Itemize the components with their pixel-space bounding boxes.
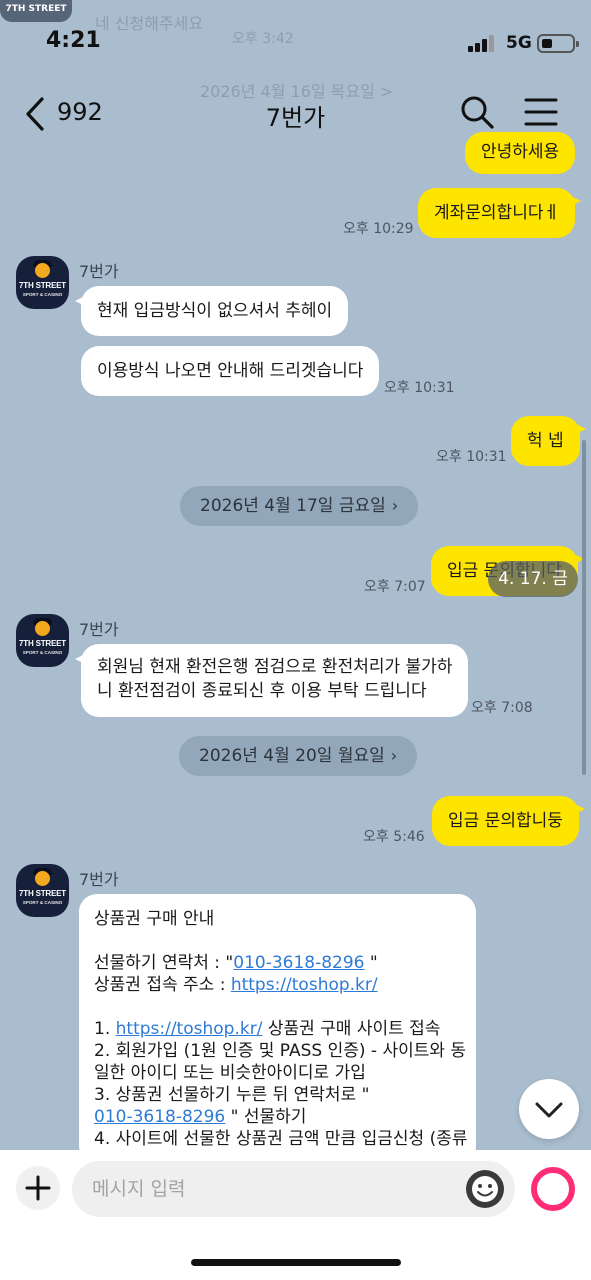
network-type: 5G	[506, 33, 532, 53]
sender-name: 7번가	[79, 262, 119, 281]
date-divider[interactable]: 2026년 4월 20일 월요일 ›	[179, 736, 418, 776]
sender-name: 7번가	[79, 870, 119, 889]
send-icon[interactable]	[531, 1167, 575, 1211]
sender-name: 7번가	[79, 620, 119, 639]
phone-link[interactable]: 010-3618-8296	[233, 953, 364, 973]
their-message[interactable]: 이용방식 나오면 안내해 드리겟습니다	[81, 346, 380, 396]
date-divider[interactable]: 2026년 4월 17일 금요일 ›	[180, 486, 419, 526]
phone-link[interactable]: 010-3618-8296	[94, 1107, 225, 1127]
my-message[interactable]: 계좌문의합니다ㅔ	[418, 188, 582, 238]
search-button[interactable]	[459, 94, 495, 130]
scroll-to-bottom-button[interactable]	[519, 1079, 579, 1139]
guide-line: 3. 상품권 선물하기 누른 뒤 연락처로 "	[94, 1085, 370, 1105]
status-time: 4:21	[46, 28, 101, 53]
status-bar: 4:21 5G	[0, 0, 591, 80]
avatar-line2: SPORT & CASINO	[22, 900, 63, 905]
home-indicator	[191, 1259, 401, 1266]
avatar-line2: SPORT & CASINO	[22, 650, 63, 655]
menu-button[interactable]	[523, 94, 559, 130]
my-message[interactable]: 안녕하세용	[465, 132, 576, 174]
guide-line: 1. https://toshop.kr/ 상품권 구매 사이트 접속	[94, 1019, 441, 1039]
guide-line: 2. 회원가입 (1원 인증 및 PASS 인증) - 사이트와 동	[94, 1041, 467, 1061]
avatar-line1: 7TH STREET	[19, 281, 66, 290]
search-icon	[461, 96, 494, 129]
avatar-line1: 7TH STREET	[19, 639, 66, 648]
message-input[interactable]	[72, 1161, 515, 1217]
message-time: 오후 7:08	[471, 700, 533, 716]
emoji-icon	[472, 1176, 498, 1202]
chat-title: 7번가	[265, 104, 326, 132]
date-text: 2026년 4월 20일 월요일	[199, 746, 385, 766]
guide-line: 4. 사이트에 선물한 상품권 금액 만큼 입금신청 (종류	[94, 1129, 468, 1149]
chevron-down-icon	[535, 1102, 563, 1118]
my-message[interactable]: 헉 넵	[511, 416, 586, 466]
their-message[interactable]: 회원님 현재 환전은행 점검으로 환전처리가 불가하 니 환전점검이 종료되신 …	[74, 644, 469, 717]
message-time: 오후 10:31	[436, 449, 507, 465]
guide-title: 상품권 구매 안내	[94, 909, 215, 929]
emoji-button[interactable]	[466, 1170, 504, 1208]
signal-icon	[468, 34, 496, 52]
plus-icon	[25, 1175, 51, 1201]
avatar[interactable]: 7TH STREET SPORT & CASINO	[16, 864, 69, 917]
message-time: 오후 5:46	[363, 829, 425, 845]
site-link[interactable]: https://toshop.kr/	[231, 975, 378, 995]
floating-date: 4. 17. 금	[488, 561, 578, 597]
their-message[interactable]: 현재 입금방식이 없으셔서 추헤이	[74, 286, 349, 336]
their-message-long[interactable]: 상품권 구매 안내 선물하기 연락처 : "010-3618-8296 " 상품…	[79, 894, 476, 1164]
guide-line: 일한 아이디 또는 비슷한아이디로 가입	[94, 1063, 366, 1083]
guide-line: 010-3618-8296 " 선물하기	[94, 1107, 307, 1127]
avatar[interactable]: 7TH STREET SPORT & CASINO	[16, 614, 69, 667]
chevron-right-icon: ›	[390, 746, 398, 765]
avatar-line1: 7TH STREET	[19, 889, 66, 898]
attach-button[interactable]	[16, 1166, 60, 1210]
message-line: 회원님 현재 환전은행 점검으로 환전처리가 불가하	[97, 657, 453, 677]
message-time: 오후 10:31	[384, 380, 455, 396]
menu-icon	[524, 98, 558, 126]
site-link[interactable]: https://toshop.kr/	[116, 1019, 263, 1039]
my-message[interactable]: 입금 문의합니둥	[432, 796, 585, 846]
chevron-right-icon: ›	[391, 496, 399, 515]
avatar[interactable]: 7TH STREET SPORT & CASINO	[16, 256, 69, 309]
battery-icon	[537, 34, 579, 53]
guide-line: 선물하기 연락처 : "010-3618-8296 "	[94, 953, 378, 973]
avatar-line2: SPORT & CASINO	[22, 292, 63, 297]
scrollbar[interactable]	[582, 440, 586, 775]
guide-line: 상품권 접속 주소 : https://toshop.kr/	[94, 975, 378, 995]
date-text: 2026년 4월 17일 금요일	[200, 496, 386, 516]
message-line: 니 환전점검이 종료되신 후 이용 부탁 드립니다	[97, 681, 427, 701]
message-time: 오후 10:29	[343, 221, 414, 237]
message-time: 오후 7:07	[364, 579, 426, 595]
